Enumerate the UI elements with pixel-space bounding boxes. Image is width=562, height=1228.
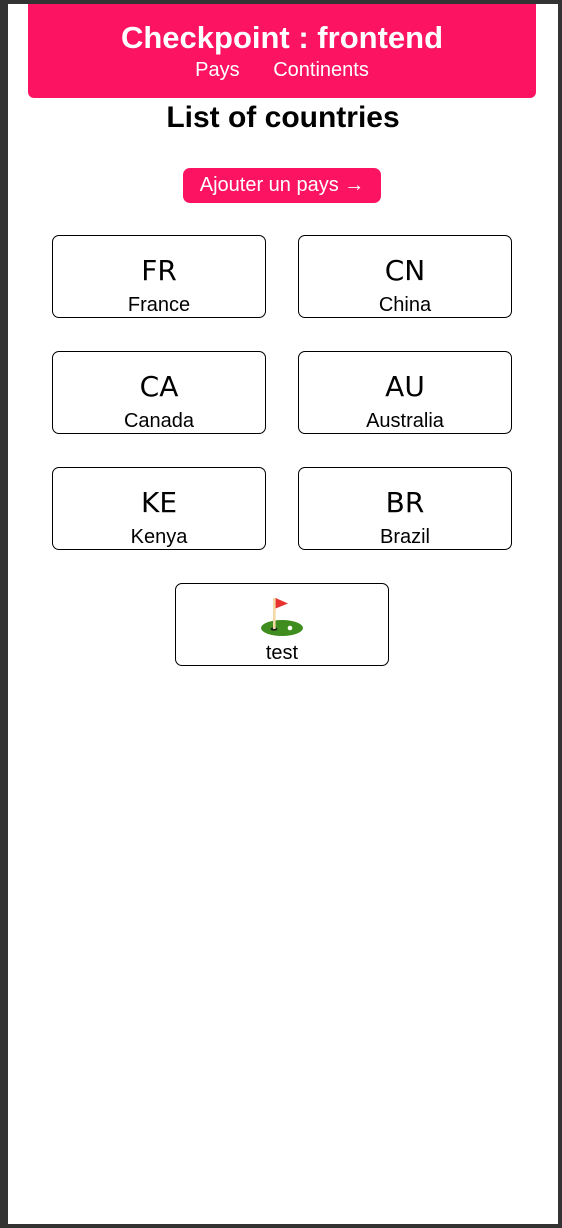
- country-card-ke[interactable]: KE Kenya: [52, 467, 266, 550]
- country-card-fr[interactable]: FR France: [52, 235, 266, 318]
- country-card-au[interactable]: AU Australia: [298, 351, 512, 434]
- page: Checkpoint : frontend Pays Continents Li…: [8, 4, 558, 1224]
- country-name: Canada: [123, 410, 195, 432]
- country-name: Brazil: [379, 526, 430, 548]
- add-country-button[interactable]: Ajouter un pays →: [183, 168, 381, 203]
- country-name: France: [127, 294, 191, 316]
- main-nav: Pays Continents: [28, 58, 536, 82]
- country-code: FR: [141, 254, 177, 287]
- nav-link-pays[interactable]: Pays: [195, 58, 239, 82]
- country-code: KE: [140, 486, 178, 519]
- nav-link-continents[interactable]: Continents: [273, 58, 369, 82]
- app-header: Checkpoint : frontend Pays Continents: [28, 4, 536, 98]
- app-title: Checkpoint : frontend: [120, 20, 444, 55]
- country-name: test: [265, 642, 299, 664]
- country-card-br[interactable]: BR Brazil: [298, 467, 512, 550]
- country-name: China: [378, 294, 432, 316]
- country-card-test[interactable]: test: [175, 583, 389, 666]
- country-name: Australia: [366, 410, 444, 432]
- golf-flag-icon: [261, 598, 303, 636]
- country-code: AU: [385, 370, 425, 403]
- page-title: List of countries: [166, 101, 400, 134]
- country-card-ca[interactable]: CA Canada: [52, 351, 266, 434]
- country-code: BR: [385, 486, 425, 519]
- country-code: CA: [139, 370, 179, 403]
- country-code: CN: [384, 254, 426, 287]
- country-name: Kenya: [130, 526, 188, 548]
- country-card-cn[interactable]: CN China: [298, 235, 512, 318]
